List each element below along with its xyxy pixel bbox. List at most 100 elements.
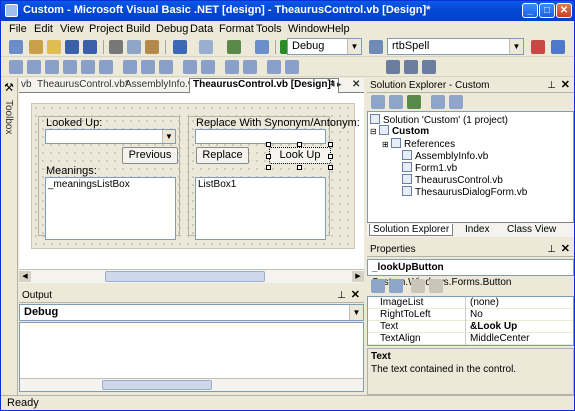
bring-front-icon[interactable] xyxy=(267,60,281,74)
properties-icon[interactable] xyxy=(449,95,463,109)
property-value[interactable]: MiddleCenter xyxy=(470,333,529,345)
order-icon[interactable] xyxy=(422,60,436,74)
menu-view[interactable]: View xyxy=(60,23,84,35)
tab-theauruscontrol-code[interactable]: TheaurusControl.vb* xyxy=(37,79,129,90)
scroll-left-icon[interactable]: ◀ xyxy=(19,271,31,282)
find-combo[interactable]: rtbSpell ▼ xyxy=(387,38,524,55)
align-middle-icon[interactable] xyxy=(81,60,95,74)
v-spacing-icon[interactable] xyxy=(201,60,215,74)
close-icon[interactable]: ✕ xyxy=(561,242,570,257)
replace-with-textbox[interactable] xyxy=(195,129,326,144)
listbox1[interactable]: ListBox1 xyxy=(195,177,326,240)
object-selector[interactable]: _lookUpButton System.Windows.Forms.Butto… xyxy=(367,259,574,288)
tree-item-form1[interactable]: Form1.vb xyxy=(402,162,457,174)
close-icon[interactable]: ✕ xyxy=(561,78,570,93)
tree-item-thesaurusdialogform[interactable]: ThesaurusDialogForm.vb xyxy=(402,186,527,198)
align-center-icon[interactable] xyxy=(27,60,41,74)
property-row[interactable]: RightToLeft No xyxy=(368,309,573,321)
resize-handle[interactable] xyxy=(328,142,333,147)
property-value[interactable]: &Look Up xyxy=(470,321,517,333)
resize-handle[interactable] xyxy=(266,142,271,147)
minimize-button[interactable]: _ xyxy=(522,3,538,18)
categorized-icon[interactable] xyxy=(371,279,385,293)
redo-icon[interactable] xyxy=(199,40,213,54)
menu-tools[interactable]: Tools xyxy=(256,23,282,35)
pin-icon[interactable]: ⊥ xyxy=(547,78,556,93)
center-h-icon[interactable] xyxy=(225,60,239,74)
navigate-icon[interactable] xyxy=(227,40,241,54)
toolbox-strip[interactable]: ⚒ Toolbox xyxy=(1,78,18,395)
close-document-icon[interactable]: ✕ xyxy=(352,79,360,90)
output-hscrollbar[interactable] xyxy=(20,378,363,391)
meanings-listbox[interactable]: _meaningsListBox xyxy=(45,177,176,240)
resize-handle[interactable] xyxy=(328,154,333,159)
view-designer-icon[interactable] xyxy=(389,95,403,109)
open-icon[interactable] xyxy=(47,40,61,54)
menu-build[interactable]: Build xyxy=(126,23,150,35)
looked-up-combo[interactable]: ▼ xyxy=(45,129,176,144)
output-textarea[interactable] xyxy=(19,322,364,392)
solution-config-combo[interactable]: Debug ▼ xyxy=(287,38,362,55)
send-back-icon[interactable] xyxy=(285,60,299,74)
paste-icon[interactable] xyxy=(145,40,159,54)
center-v-icon[interactable] xyxy=(243,60,257,74)
designer-hscrollbar[interactable]: ◀ ▶ xyxy=(19,269,364,283)
resize-handle[interactable] xyxy=(328,165,333,170)
menu-window[interactable]: Window xyxy=(288,23,327,35)
alphabetical-icon[interactable] xyxy=(389,279,403,293)
menu-edit[interactable]: Edit xyxy=(34,23,53,35)
properties-icon[interactable] xyxy=(551,40,565,54)
tree-item-theauruscontrol[interactable]: TheaurusControl.vb xyxy=(402,174,503,186)
menu-project[interactable]: Project xyxy=(89,23,123,35)
align-left-icon[interactable] xyxy=(9,60,23,74)
user-control[interactable]: Looked Up: ▼ Previous Meanings: _meaning… xyxy=(31,103,360,249)
same-width-icon[interactable] xyxy=(123,60,137,74)
nav-forward-icon[interactable] xyxy=(255,40,269,54)
tab-theauruscontrol-design[interactable]: TheaurusControl.vb [Design]* xyxy=(189,78,339,93)
chevron-down-icon[interactable]: ▼ xyxy=(162,130,175,143)
show-all-files-icon[interactable] xyxy=(431,95,445,109)
solution-explorer-icon[interactable] xyxy=(531,40,545,54)
tree-project[interactable]: ⊟ Custom xyxy=(370,125,429,137)
property-row[interactable]: TextAlign MiddleCenter xyxy=(368,333,573,345)
property-row[interactable]: Text &Look Up xyxy=(368,321,573,333)
copy-icon[interactable] xyxy=(127,40,141,54)
property-value[interactable]: (none) xyxy=(470,297,499,309)
tree-item-assemblyinfo[interactable]: AssemblyInfo.vb xyxy=(402,150,488,162)
property-value[interactable]: No xyxy=(470,309,483,321)
chevron-down-icon[interactable]: ▼ xyxy=(349,305,363,320)
align-top-icon[interactable] xyxy=(63,60,77,74)
pin-icon[interactable]: ⊥ xyxy=(337,288,346,303)
chevron-down-icon[interactable]: ▼ xyxy=(509,39,523,54)
menu-file[interactable]: File xyxy=(9,23,27,35)
tab-scroll-icon[interactable]: ◂ ▸ xyxy=(330,79,342,90)
toolbox-label[interactable]: Toolbox xyxy=(3,100,14,134)
close-button[interactable]: ✕ xyxy=(556,3,572,18)
scroll-thumb[interactable] xyxy=(102,380,212,390)
new-project-icon[interactable] xyxy=(9,40,23,54)
menu-debug[interactable]: Debug xyxy=(156,23,188,35)
tab-assemblyinfo[interactable]: AssemblyInfo.vb xyxy=(125,79,198,90)
view-code-icon[interactable] xyxy=(371,95,385,109)
previous-button[interactable]: Previous xyxy=(122,147,178,164)
menu-data[interactable]: Data xyxy=(190,23,213,35)
property-row[interactable]: ImageList (none) xyxy=(368,297,573,309)
add-item-icon[interactable] xyxy=(29,40,43,54)
property-pages-icon[interactable] xyxy=(429,279,443,293)
tree-item-references[interactable]: ⊞ References xyxy=(382,138,455,150)
resize-handle[interactable] xyxy=(297,142,302,147)
cut-icon[interactable] xyxy=(109,40,123,54)
output-pane-select[interactable]: Debug ▼ xyxy=(19,304,364,321)
find-icon[interactable] xyxy=(369,40,383,54)
menu-format[interactable]: Format xyxy=(219,23,254,35)
toolbox-icon[interactable]: ⚒ xyxy=(4,81,14,94)
expand-icon[interactable]: ⊞ xyxy=(382,140,391,149)
chevron-down-icon[interactable]: ▼ xyxy=(347,39,361,54)
tab-index[interactable]: Index xyxy=(465,224,489,235)
resize-handle[interactable] xyxy=(297,165,302,170)
lookup-button[interactable]: Look Up xyxy=(269,147,331,164)
resize-handle[interactable] xyxy=(266,154,271,159)
collapse-icon[interactable]: ⊟ xyxy=(370,127,379,136)
resize-handle[interactable] xyxy=(266,165,271,170)
tab-solution-explorer[interactable]: Solution Explorer xyxy=(369,224,454,236)
